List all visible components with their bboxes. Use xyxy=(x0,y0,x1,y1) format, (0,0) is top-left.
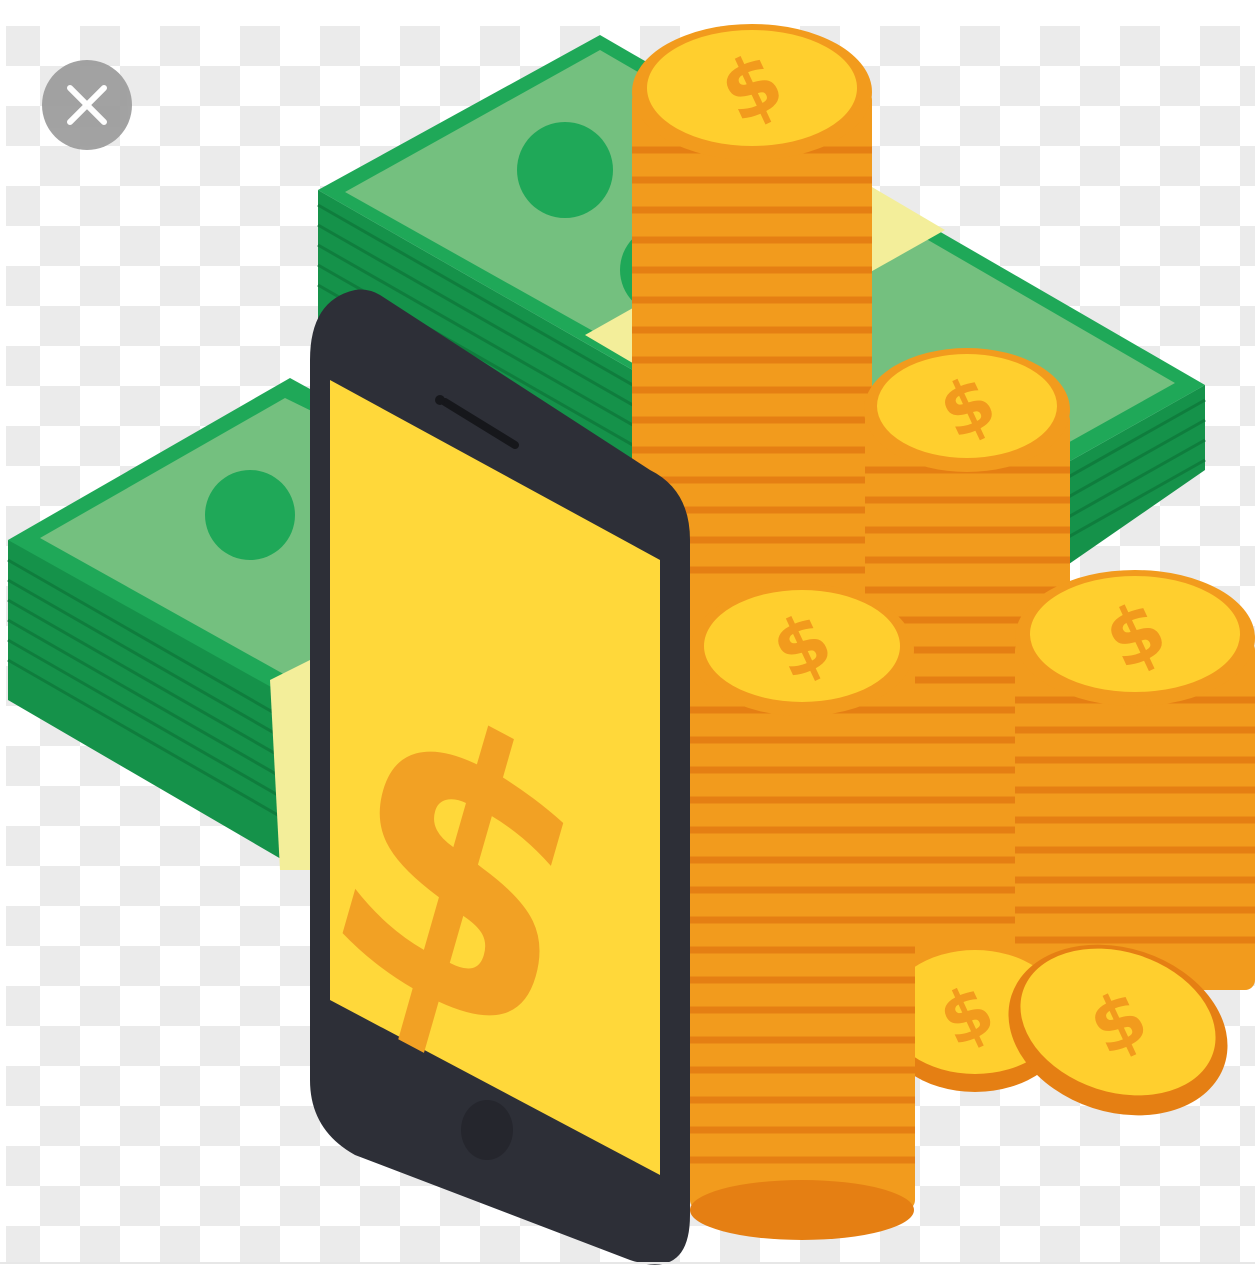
money-illustration: $ $ $ $ $ $ $ xyxy=(6,24,1255,1265)
bottom-divider xyxy=(0,1262,1255,1264)
close-button[interactable] xyxy=(42,60,132,150)
coin-stack-right: $ xyxy=(1015,570,1255,990)
coin-stack-front: $ xyxy=(690,584,915,1240)
close-icon xyxy=(67,85,107,125)
